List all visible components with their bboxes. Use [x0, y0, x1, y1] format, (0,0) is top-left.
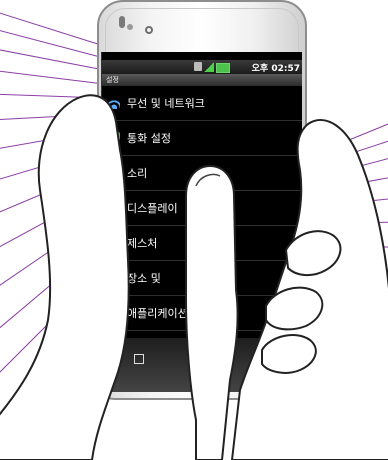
illustration-scene: 오후 02:57 설정 무선 및 네트워크 통화 설정 소리 디스플레이 제스처… — [0, 0, 388, 460]
hands-illustration — [0, 94, 388, 460]
index-finger — [185, 165, 239, 460]
left-hand — [0, 94, 130, 460]
